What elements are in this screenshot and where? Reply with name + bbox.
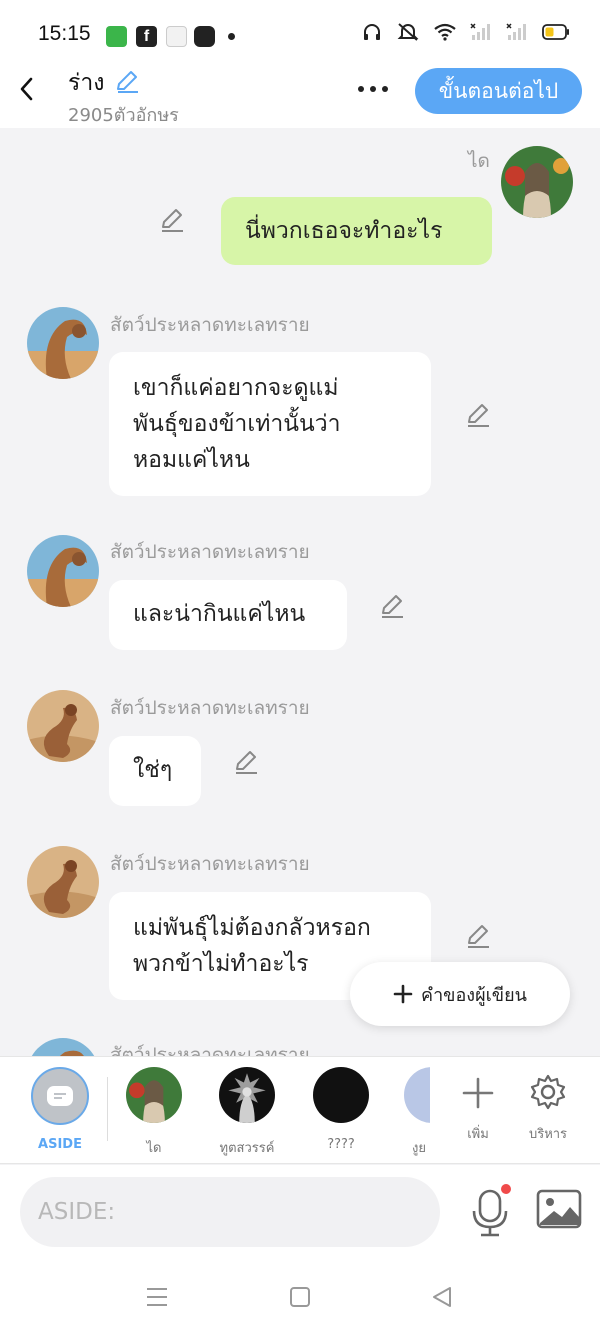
- sender-name: สัตว์ประหลาดทะเลทราย: [110, 541, 310, 563]
- message-line: เขาก็แค่อยากจะดูแม่: [133, 375, 339, 401]
- avatar: [313, 1067, 369, 1123]
- author-note-label: คำของผู้เขียน: [421, 984, 527, 1006]
- signal-icon: [506, 23, 526, 40]
- message-line: หอมแค่ไหน: [133, 447, 250, 473]
- avatar[interactable]: [27, 846, 99, 918]
- facebook-icon: f: [136, 26, 157, 47]
- character-unknown[interactable]: ????: [311, 1067, 371, 1152]
- divider: [107, 1077, 108, 1141]
- message-bubble[interactable]: ใช่ๆ: [109, 736, 201, 806]
- avatar[interactable]: [501, 146, 573, 218]
- headphones-icon: [364, 24, 380, 40]
- edit-title-icon[interactable]: [114, 68, 140, 94]
- battery-icon: [542, 24, 569, 40]
- gear-icon: [530, 1074, 566, 1110]
- manage-label: บริหาร: [528, 1127, 568, 1142]
- chat-bubble-icon: [47, 1086, 73, 1106]
- image-icon[interactable]: [536, 1189, 582, 1229]
- character-bar: ASIDE ได ทูตสวรรค์ ???? งูย เพิ่ม บริหาร: [0, 1056, 600, 1164]
- sender-name: ได: [468, 150, 490, 172]
- message-input[interactable]: [20, 1177, 440, 1247]
- microphone-icon[interactable]: [468, 1183, 512, 1239]
- avatar[interactable]: [27, 1038, 99, 1056]
- sender-name: สัตว์ประหลาดทะเลทราย: [110, 853, 310, 875]
- message-line: แม่พันธุ์ไม่ต้องกลัวหรอก: [133, 915, 371, 941]
- back-icon[interactable]: [430, 1285, 454, 1309]
- back-arrow-icon[interactable]: [14, 74, 40, 104]
- page-title: ร่าง: [68, 70, 105, 96]
- character-label: ????: [327, 1137, 355, 1152]
- message-bubble[interactable]: และน่ากินแค่ไหน: [109, 580, 347, 650]
- author-note-button[interactable]: คำของผู้เขียน: [350, 962, 570, 1026]
- message-bubble[interactable]: เขาก็แค่อยากจะดูแม่ พันธุ์ของข้าเท่านั้น…: [109, 352, 431, 496]
- wechat-icon: [106, 26, 127, 47]
- message-bubble[interactable]: นี่พวกเธอจะทำอะไร: [221, 197, 492, 265]
- status-bar: 15:15 f: [0, 0, 600, 60]
- mute-icon: [397, 23, 419, 41]
- char-count: 2905ตัวอักษร: [68, 105, 179, 126]
- home-icon[interactable]: [288, 1285, 312, 1309]
- signal-icon: [470, 23, 490, 40]
- add-label: เพิ่ม: [467, 1127, 489, 1142]
- avatar[interactable]: [27, 535, 99, 607]
- menu-icon[interactable]: [145, 1286, 169, 1308]
- character-label: งูย: [412, 1141, 426, 1156]
- character-label: ได: [146, 1141, 162, 1156]
- wifi-icon: [434, 23, 456, 41]
- manage-button[interactable]: บริหาร: [518, 1067, 578, 1144]
- input-bar: [0, 1165, 600, 1260]
- character-aside[interactable]: ASIDE: [30, 1067, 90, 1152]
- game-icon: [166, 26, 187, 47]
- plus-icon: [462, 1077, 494, 1109]
- system-nav-bar: [0, 1260, 600, 1333]
- character-label: ASIDE: [38, 1137, 82, 1152]
- more-options-icon[interactable]: [356, 74, 390, 104]
- dot-icon: [228, 33, 235, 40]
- edit-message-icon[interactable]: [232, 748, 260, 776]
- character-angel[interactable]: ทูตสวรรค์: [217, 1067, 277, 1158]
- avatar: [126, 1067, 182, 1123]
- avatar: [404, 1067, 430, 1123]
- plus-icon: [393, 984, 413, 1004]
- avatar: [219, 1067, 275, 1123]
- edit-message-icon[interactable]: [464, 401, 492, 429]
- app-icon: [194, 26, 215, 47]
- edit-message-icon[interactable]: [464, 922, 492, 950]
- sender-name: สัตว์ประหลาดทะเลทราย: [110, 314, 310, 336]
- character-snake[interactable]: งูย: [404, 1067, 430, 1158]
- sender-name: สัตว์ประหลาดทะเลทราย: [110, 1044, 310, 1056]
- sender-name: สัตว์ประหลาดทะเลทราย: [110, 697, 310, 719]
- add-character-button[interactable]: เพิ่ม: [448, 1067, 508, 1144]
- message-line: พันธุ์ของข้าเท่านั้นว่า: [133, 411, 341, 437]
- avatar[interactable]: [27, 307, 99, 379]
- edit-message-icon[interactable]: [158, 206, 186, 234]
- status-time: 15:15: [38, 22, 91, 45]
- chat-area[interactable]: ได นี่พวกเธอจะทำอะไร สัตว์ประหลาดทะเลทรา…: [0, 128, 600, 1056]
- header: ร่าง 2905ตัวอักษร ขั้นตอนต่อไป: [0, 60, 600, 128]
- character-label: ทูตสวรรค์: [219, 1141, 275, 1156]
- aside-avatar: [31, 1067, 89, 1125]
- avatar[interactable]: [27, 690, 99, 762]
- next-step-button[interactable]: ขั้นตอนต่อไป: [415, 68, 582, 114]
- character-dai[interactable]: ได: [124, 1067, 184, 1158]
- edit-message-icon[interactable]: [378, 592, 406, 620]
